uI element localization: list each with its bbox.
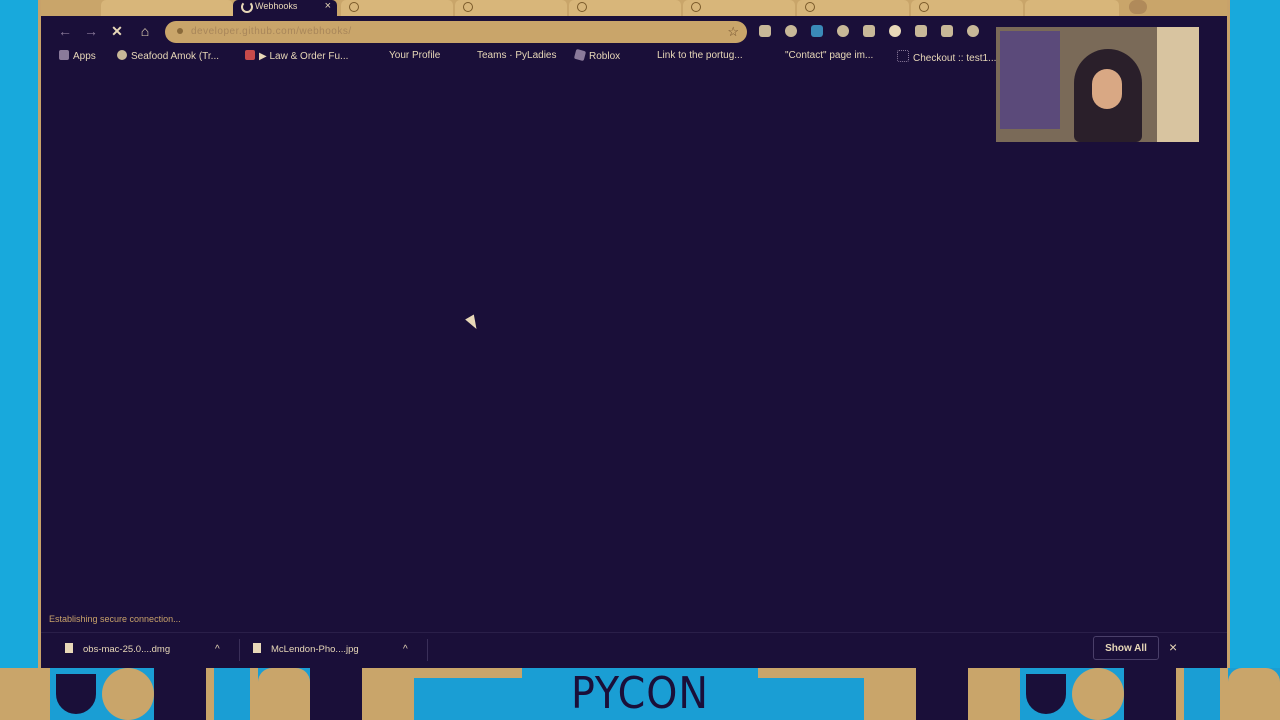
file-icon bbox=[253, 643, 261, 653]
stop-icon[interactable]: ✕ bbox=[107, 21, 127, 41]
banner-tile bbox=[310, 668, 362, 720]
download-filename: obs-mac-25.0....dmg bbox=[83, 644, 171, 655]
bookmark-item[interactable]: Link to the portug... bbox=[657, 50, 743, 61]
banner-tile bbox=[1072, 668, 1124, 720]
tab[interactable] bbox=[455, 0, 567, 16]
banner-tile bbox=[206, 668, 258, 720]
robot-icon bbox=[1228, 668, 1280, 720]
favicon-icon bbox=[897, 50, 909, 62]
terminal-icon bbox=[916, 668, 968, 720]
bookmark-item[interactable]: "Contact" page im... bbox=[785, 50, 873, 61]
tab[interactable] bbox=[1025, 0, 1119, 16]
show-all-button[interactable]: Show All bbox=[1093, 636, 1159, 660]
banner-tile bbox=[1020, 668, 1072, 720]
bookmark-item[interactable]: Roblox bbox=[573, 48, 620, 62]
tab[interactable] bbox=[911, 0, 1023, 16]
banner-tile bbox=[968, 668, 1020, 720]
github-icon bbox=[805, 2, 815, 12]
tab-strip: Webhooks × bbox=[41, 0, 1227, 16]
forward-icon[interactable]: → bbox=[81, 21, 101, 41]
divider bbox=[427, 639, 428, 661]
github-icon bbox=[577, 2, 587, 12]
banner-tile bbox=[362, 668, 414, 720]
tab[interactable] bbox=[341, 0, 453, 16]
roblox-icon bbox=[573, 48, 587, 62]
bookmark-item[interactable]: Your Profile bbox=[389, 50, 440, 61]
banner-tile bbox=[0, 668, 50, 720]
extension-icon[interactable] bbox=[811, 25, 823, 37]
favicon-icon bbox=[117, 50, 127, 60]
robot-icon bbox=[258, 668, 310, 720]
wall-image bbox=[1157, 27, 1199, 142]
banner-tile bbox=[102, 668, 154, 720]
download-item[interactable]: obs-mac-25.0....dmg ^ bbox=[65, 641, 235, 659]
extension-icon[interactable] bbox=[967, 25, 979, 37]
github-icon bbox=[463, 2, 473, 12]
close-icon[interactable]: × bbox=[1169, 639, 1177, 655]
tab-title: Webhooks bbox=[255, 1, 298, 11]
banner-tile bbox=[758, 668, 864, 720]
chevron-up-icon[interactable]: ^ bbox=[403, 641, 408, 659]
banner-tile bbox=[864, 668, 916, 720]
webcam-overlay bbox=[996, 27, 1199, 142]
bookmark-apps[interactable]: Apps bbox=[59, 50, 96, 62]
pycon-banner: PYCON 2020 bbox=[0, 668, 1280, 720]
url-text: developer.github.com/webhooks/ bbox=[191, 26, 352, 37]
status-text: Establishing secure connection... bbox=[49, 614, 181, 624]
lock-icon bbox=[177, 28, 183, 34]
divider bbox=[239, 639, 240, 661]
banner-tile bbox=[1176, 668, 1228, 720]
back-icon[interactable]: ← bbox=[55, 21, 75, 41]
tab[interactable] bbox=[101, 0, 233, 16]
extension-icon[interactable] bbox=[889, 25, 901, 37]
extension-icon[interactable] bbox=[863, 25, 875, 37]
presenter-face-image bbox=[1092, 69, 1122, 109]
home-icon[interactable]: ⌂ bbox=[135, 21, 155, 41]
github-icon bbox=[349, 2, 359, 12]
bookmark-item[interactable]: Checkout :: test1... bbox=[897, 50, 996, 64]
downloads-bar: obs-mac-25.0....dmg ^ McLendon-Pho....jp… bbox=[41, 632, 1227, 667]
bookmark-item[interactable]: Teams · PyLadies bbox=[477, 50, 556, 61]
extension-icon[interactable] bbox=[941, 25, 953, 37]
extension-icon[interactable] bbox=[915, 25, 927, 37]
bookmark-item[interactable]: ▶ Law & Order Fu... bbox=[245, 50, 348, 62]
poster-image bbox=[1000, 31, 1060, 129]
banner-tile bbox=[1124, 668, 1176, 720]
chevron-up-icon[interactable]: ^ bbox=[215, 641, 220, 659]
extension-icon[interactable] bbox=[837, 25, 849, 37]
tab[interactable] bbox=[797, 0, 909, 16]
loading-spinner-icon bbox=[241, 1, 253, 13]
banner-tile bbox=[50, 668, 102, 720]
youtube-icon bbox=[245, 50, 255, 60]
close-icon[interactable]: × bbox=[325, 0, 331, 12]
download-item[interactable]: McLendon-Pho....jpg ^ bbox=[253, 641, 423, 659]
github-icon bbox=[691, 2, 701, 12]
extension-icon[interactable] bbox=[759, 25, 771, 37]
bookmark-item[interactable]: Seafood Amok (Tr... bbox=[117, 50, 219, 62]
github-icon bbox=[919, 2, 929, 12]
banner-tile bbox=[154, 668, 206, 720]
tab-webhooks[interactable]: Webhooks × bbox=[233, 0, 337, 16]
extension-icon[interactable] bbox=[785, 25, 797, 37]
star-icon[interactable]: ☆ bbox=[727, 24, 739, 40]
banner-tile bbox=[414, 668, 522, 720]
tab[interactable] bbox=[569, 0, 681, 16]
tab[interactable] bbox=[683, 0, 795, 16]
apps-grid-icon bbox=[59, 50, 69, 60]
file-icon bbox=[65, 643, 73, 653]
profile-avatar[interactable] bbox=[1129, 0, 1147, 14]
address-bar[interactable]: developer.github.com/webhooks/ ☆ bbox=[165, 21, 747, 43]
pycon-2020-logo: PYCON 2020 bbox=[522, 668, 758, 720]
download-filename: McLendon-Pho....jpg bbox=[271, 644, 359, 655]
